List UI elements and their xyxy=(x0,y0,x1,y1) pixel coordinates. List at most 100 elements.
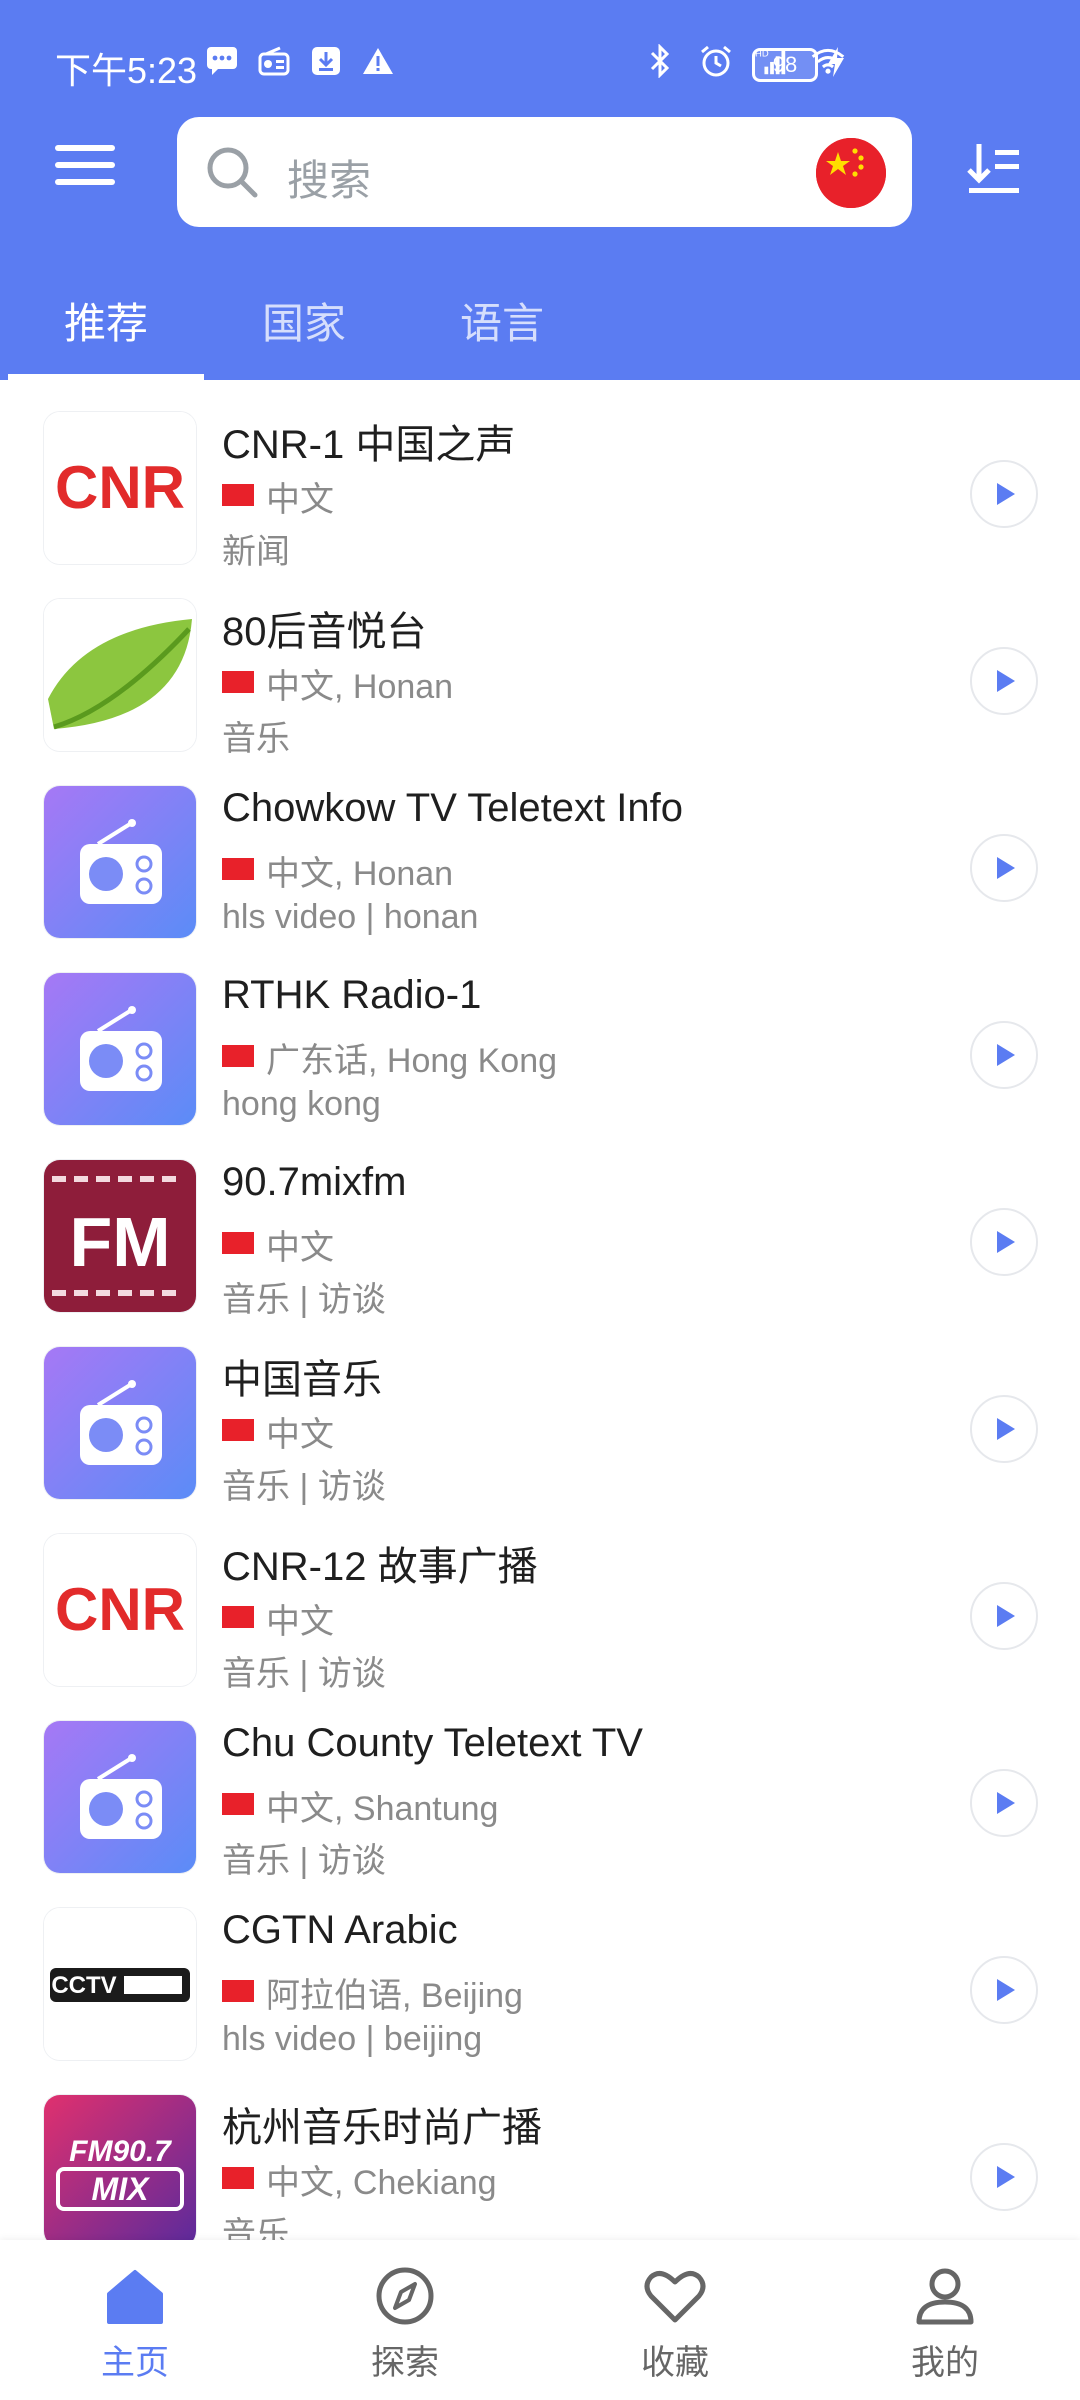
station-tags: 音乐 | 访谈 xyxy=(222,1842,386,1880)
station-language: 中文, Honan xyxy=(266,668,454,706)
station-title: CNR-12 故事广播 xyxy=(222,1545,538,1589)
list-item[interactable]: 80后音悦台 中文, Honan 音乐 xyxy=(0,567,1080,758)
search-input[interactable]: 搜索 xyxy=(287,147,371,208)
sort-download-button[interactable] xyxy=(965,140,1025,201)
china-flag-icon xyxy=(222,1232,254,1254)
list-item[interactable]: RTHK Radio-1 广东话, Hong Kong hong kong xyxy=(0,941,1080,1128)
station-language: 阿拉伯语, Beijing xyxy=(266,1977,523,2015)
station-language: 中文 xyxy=(266,481,334,519)
nav-favorites[interactable]: 收藏 xyxy=(605,2266,745,2384)
bluetooth-icon xyxy=(643,44,677,78)
list-item[interactable]: CNR CNR-1 中国之声 中文 新闻 xyxy=(0,380,1080,571)
station-tags: hls video | honan xyxy=(222,898,479,936)
station-logo-mix: FM90.7 MIX xyxy=(44,2095,196,2240)
charging-icon xyxy=(826,46,846,87)
message-icon xyxy=(205,44,239,78)
download-status-icon xyxy=(309,44,343,78)
play-button[interactable] xyxy=(970,1769,1038,1837)
nav-favorites-label: 收藏 xyxy=(641,2344,709,2382)
tab-countries[interactable]: 国家 xyxy=(262,290,346,351)
play-button[interactable] xyxy=(970,834,1038,902)
nav-explore-label: 探索 xyxy=(371,2344,439,2382)
battery-indicator: 98 xyxy=(752,48,818,82)
station-language: 中文, Honan xyxy=(266,855,454,893)
nav-profile[interactable]: 我的 xyxy=(875,2266,1015,2384)
search-icon xyxy=(203,143,261,206)
menu-button[interactable] xyxy=(55,145,115,193)
station-language: 中文 xyxy=(266,1229,334,1267)
nav-home[interactable]: 主页 xyxy=(65,2266,205,2384)
list-item[interactable]: CCTV CGTN Arabic 阿拉伯语, Beijing hls video… xyxy=(0,1876,1080,2063)
status-bar: 下午5:23 HD 98 xyxy=(0,0,1080,110)
station-logo-radio xyxy=(44,973,196,1125)
user-icon xyxy=(916,2268,974,2325)
china-flag-icon xyxy=(222,1419,254,1441)
station-list: CNR CNR-1 中国之声 中文 新闻 80后音悦台 中文, Honan 音乐… xyxy=(0,380,1080,2240)
play-button[interactable] xyxy=(970,460,1038,528)
bottom-navigation: 主页 探索 收藏 我的 xyxy=(0,2240,1080,2400)
search-bar[interactable]: 搜索 xyxy=(177,117,912,227)
nav-profile-label: 我的 xyxy=(911,2344,979,2382)
station-language: 中文, Chekiang xyxy=(266,2164,497,2202)
china-flag-icon xyxy=(222,1980,254,2002)
station-tags: hong kong xyxy=(222,1085,381,1123)
play-button[interactable] xyxy=(970,1208,1038,1276)
station-logo-leaf xyxy=(44,599,196,751)
play-icon xyxy=(997,1605,1015,1627)
station-logo-cctv: CCTV xyxy=(44,1908,196,2060)
station-title: 90.7mixfm xyxy=(222,1160,407,1204)
play-icon xyxy=(997,1979,1015,2001)
china-flag-icon xyxy=(222,484,254,506)
station-logo-radio xyxy=(44,1347,196,1499)
play-button[interactable] xyxy=(970,2143,1038,2211)
list-item[interactable]: Chowkow TV Teletext Info 中文, Honan hls v… xyxy=(0,754,1080,941)
china-flag-icon xyxy=(222,2167,254,2189)
station-language: 中文 xyxy=(266,1603,334,1641)
station-title: 80后音悦台 xyxy=(222,610,427,654)
tab-bar: 推荐 国家 语言 xyxy=(0,260,1080,380)
tab-recommended[interactable]: 推荐 xyxy=(64,290,148,351)
list-item[interactable]: Chu County Teletext TV 中文, Shantung 音乐 |… xyxy=(0,1689,1080,1880)
header: 下午5:23 HD 98 搜索 推荐 国家 语言 xyxy=(0,0,1080,380)
tab-languages[interactable]: 语言 xyxy=(460,290,544,351)
nav-home-label: 主页 xyxy=(101,2344,169,2382)
play-icon xyxy=(997,483,1015,505)
list-item[interactable]: FM 90.7mixfm 中文 音乐 | 访谈 xyxy=(0,1128,1080,1319)
mix-logo-bottom: MIX xyxy=(92,2171,151,2207)
list-item[interactable]: FM90.7 MIX 杭州音乐时尚广播 中文, Chekiang 音乐 xyxy=(0,2063,1080,2240)
status-time: 下午5:23 xyxy=(55,50,198,91)
play-icon xyxy=(997,670,1015,692)
china-flag-icon xyxy=(222,671,254,693)
list-item[interactable]: CNR CNR-12 故事广播 中文 音乐 | 访谈 xyxy=(0,1502,1080,1693)
station-logo-fm: FM xyxy=(44,1160,196,1312)
play-button[interactable] xyxy=(970,1956,1038,2024)
station-language: 中文 xyxy=(266,1416,334,1454)
radio-status-icon xyxy=(257,44,291,78)
station-title: Chowkow TV Teletext Info xyxy=(222,786,683,830)
china-flag-icon xyxy=(222,1606,254,1628)
station-title: CGTN Arabic xyxy=(222,1908,458,1952)
station-tags: 音乐 | 访谈 xyxy=(222,1281,386,1319)
menu-bar xyxy=(55,179,115,185)
station-tags: 音乐 xyxy=(222,720,290,758)
compass-icon xyxy=(376,2267,434,2325)
mix-logo-top: FM90.7 xyxy=(69,2135,172,2168)
play-button[interactable] xyxy=(970,1021,1038,1089)
menu-bar xyxy=(55,145,115,151)
station-logo-radio xyxy=(44,786,196,938)
china-flag-icon xyxy=(222,1045,254,1067)
station-title: 杭州音乐时尚广播 xyxy=(222,2106,542,2150)
play-button[interactable] xyxy=(970,1582,1038,1650)
china-flag-icon xyxy=(222,1793,254,1815)
play-button[interactable] xyxy=(970,647,1038,715)
play-icon xyxy=(997,1044,1015,1066)
country-flag-button[interactable] xyxy=(816,138,886,208)
station-tags: 音乐 | 访谈 xyxy=(222,1655,386,1693)
warning-icon xyxy=(361,44,395,78)
play-button[interactable] xyxy=(970,1395,1038,1463)
status-notification-icons xyxy=(205,44,395,78)
list-item[interactable]: 中国音乐 中文 音乐 | 访谈 xyxy=(0,1315,1080,1506)
nav-explore[interactable]: 探索 xyxy=(335,2266,475,2384)
cctv-logo-text: CCTV xyxy=(51,1972,116,1999)
station-tags: 新闻 xyxy=(222,533,290,571)
